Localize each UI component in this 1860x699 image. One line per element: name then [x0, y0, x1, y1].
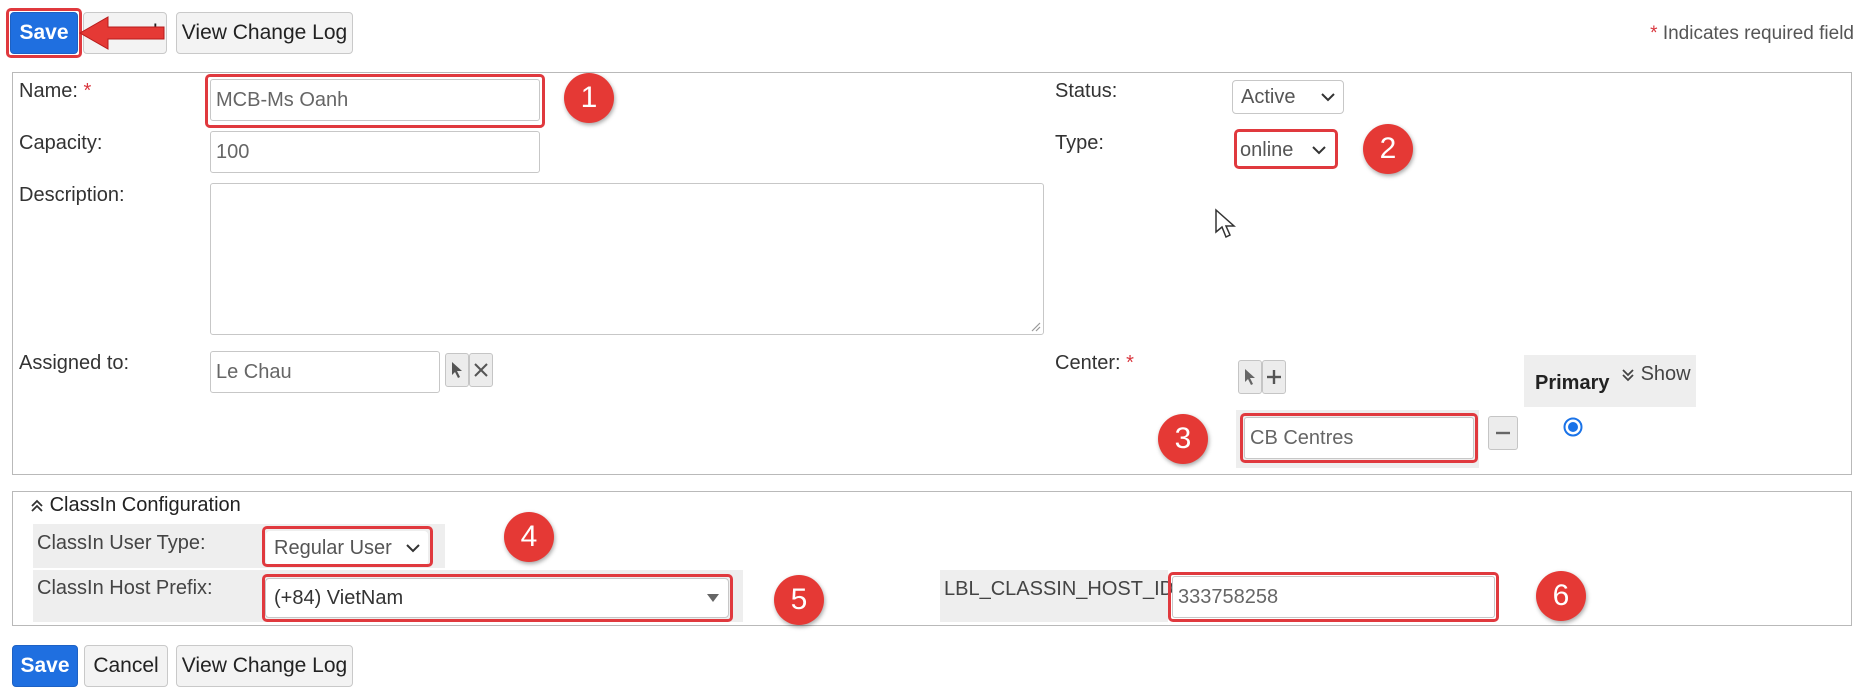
name-required-mark: * — [83, 80, 92, 102]
cursor-icon — [452, 362, 462, 378]
host-id-label: LBL_CLASSIN_HOST_ID: — [944, 578, 1180, 600]
center-label: Center: * — [1055, 352, 1134, 375]
change-log-button-top[interactable]: View Change Log — [176, 12, 353, 54]
change-log-button-bottom[interactable]: View Change Log — [176, 645, 353, 687]
minus-icon — [1496, 431, 1510, 435]
classin-section-title: ClassIn Configuration — [49, 494, 241, 516]
primary-header: Primary — [1535, 372, 1610, 394]
marker-4: 4 — [504, 512, 554, 562]
primary-radio[interactable] — [1563, 417, 1583, 437]
double-chevron-down-icon — [1622, 369, 1634, 381]
required-mark: * — [1650, 23, 1658, 44]
double-chevron-up-icon — [31, 499, 43, 512]
user-type-label: ClassIn User Type: — [37, 532, 206, 554]
save-label: Save — [20, 654, 70, 677]
classin-section-header[interactable]: ClassIn Configuration — [30, 494, 241, 517]
name-label-text: Name: — [19, 80, 78, 102]
status-label: Status: — [1055, 80, 1118, 102]
status-value: Active — [1241, 85, 1296, 108]
assigned-to-label: Assigned to: — [19, 352, 130, 374]
select-user-button[interactable] — [445, 353, 469, 387]
assigned-to-input[interactable]: Le Chau — [210, 351, 440, 393]
name-label: Name: * — [19, 80, 91, 103]
cursor-icon — [1245, 369, 1255, 385]
description-label: Description: — [19, 184, 125, 206]
description-textarea[interactable] — [210, 183, 1044, 335]
chevron-down-icon — [1321, 93, 1335, 102]
change-log-label: View Change Log — [181, 21, 348, 44]
name-highlight — [205, 74, 545, 128]
marker-1: 1 — [564, 73, 614, 123]
host-id-highlight — [1168, 572, 1499, 622]
capacity-label: Capacity: — [19, 132, 103, 154]
center-label-text: Center: — [1055, 352, 1121, 374]
add-center-button[interactable] — [1262, 360, 1286, 394]
cancel-label: Cancel — [93, 654, 159, 677]
cancel-button-bottom[interactable]: Cancel — [84, 645, 168, 687]
arrow-icon — [78, 16, 165, 50]
resize-handle-icon[interactable] — [1029, 320, 1041, 332]
save-highlight — [6, 8, 82, 58]
type-highlight — [1234, 129, 1338, 169]
remove-center-button[interactable] — [1488, 416, 1518, 450]
plus-icon — [1267, 370, 1281, 384]
center-required-mark: * — [1126, 352, 1134, 374]
required-note: * Indicates required field — [1650, 23, 1854, 45]
clear-user-button[interactable] — [469, 353, 493, 387]
mouse-pointer-icon — [1215, 208, 1236, 239]
save-button-bottom[interactable]: Save — [12, 645, 78, 687]
type-label: Type: — [1055, 132, 1104, 154]
host-prefix-label: ClassIn Host Prefix: — [37, 577, 213, 599]
marker-3: 3 — [1158, 414, 1208, 464]
close-icon — [474, 363, 488, 377]
status-select[interactable]: Active — [1232, 80, 1344, 114]
required-note-text: Indicates required field — [1662, 23, 1854, 44]
marker-5: 5 — [774, 575, 824, 625]
host-prefix-highlight — [262, 574, 733, 622]
marker-6: 6 — [1536, 571, 1586, 621]
capacity-value: 100 — [216, 140, 250, 163]
marker-2: 2 — [1363, 124, 1413, 174]
user-type-highlight — [262, 526, 433, 567]
select-center-button[interactable] — [1238, 360, 1262, 394]
show-label: Show — [1640, 363, 1691, 385]
center-highlight — [1240, 413, 1478, 463]
capacity-input[interactable]: 100 — [210, 131, 540, 173]
change-log-label: View Change Log — [181, 654, 348, 677]
show-toggle[interactable]: Show — [1621, 363, 1691, 386]
assigned-to-value: Le Chau — [216, 360, 292, 383]
